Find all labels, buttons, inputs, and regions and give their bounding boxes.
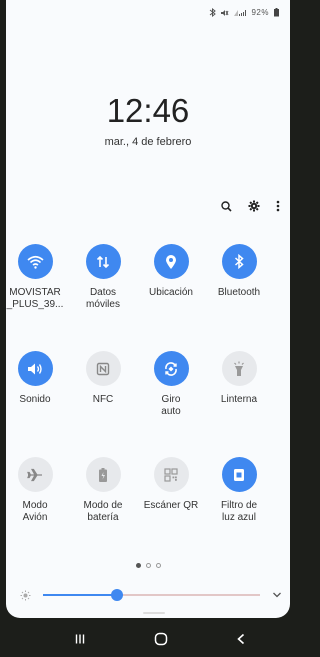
tile-blue-light-filter-label: Filtro de luz azul	[220, 500, 258, 523]
navigation-bar	[0, 620, 320, 657]
tile-battery-mode-toggle[interactable]	[85, 457, 121, 492]
tile-qr-scanner-toggle[interactable]	[153, 457, 189, 492]
search-icon[interactable]	[221, 200, 232, 212]
tile-mobile-data-label: Datos móviles	[86, 287, 120, 310]
data-arrows-icon	[96, 255, 110, 268]
page-dot-3[interactable]	[155, 563, 161, 568]
location-pin-icon	[166, 254, 176, 269]
tile-nfc[interactable]: NFC	[68, 351, 138, 406]
flashlight-icon	[234, 361, 244, 376]
tile-auto-rotate-label: Giro auto	[161, 394, 181, 417]
rotate-icon	[165, 361, 177, 376]
gear-icon[interactable]	[248, 200, 260, 212]
page-indicator	[6, 563, 290, 568]
tile-qr-scanner-label: Escáner QR	[143, 500, 199, 511]
tile-flashlight-toggle[interactable]	[221, 351, 257, 386]
tile-location[interactable]: Ubicación	[136, 244, 206, 299]
nfc-icon	[96, 362, 110, 375]
brightness-slider[interactable]	[43, 589, 260, 601]
tile-mobile-data-toggle[interactable]	[85, 244, 121, 279]
clock-time[interactable]: 12:46	[6, 92, 290, 130]
tile-battery-mode-label: Modo de batería	[83, 500, 123, 523]
tile-sound-label: Sonido	[19, 394, 51, 405]
tile-auto-rotate-toggle[interactable]	[153, 351, 189, 386]
panel-toolbar	[221, 200, 280, 212]
tile-sound[interactable]: Sonido	[6, 351, 70, 406]
tile-nfc-toggle[interactable]	[85, 351, 121, 386]
qr-icon	[164, 467, 178, 482]
tile-airplane-mode[interactable]: Modo Avión	[6, 457, 70, 524]
tile-flashlight-label: Linterna	[220, 394, 258, 405]
brightness-thumb[interactable]	[110, 589, 123, 601]
brightness-fill	[43, 594, 117, 596]
battery-icon	[274, 8, 279, 17]
recents-icon[interactable]	[74, 633, 86, 645]
tile-blue-light-filter-toggle[interactable]	[221, 457, 257, 492]
tile-blue-light-filter[interactable]: Filtro de luz azul	[204, 457, 274, 524]
tile-wifi-toggle[interactable]	[17, 244, 53, 279]
page-dot-1[interactable]	[135, 563, 141, 568]
more-options-icon[interactable]	[276, 200, 280, 212]
mute-icon	[221, 9, 229, 16]
bluetooth-icon	[234, 254, 244, 269]
tile-bluetooth-toggle[interactable]	[221, 244, 257, 279]
panel-drag-handle[interactable]	[143, 612, 165, 614]
brightness-control	[20, 587, 282, 603]
battery-icon	[99, 467, 107, 482]
tile-qr-scanner[interactable]: Escáner QR	[136, 457, 206, 512]
tile-airplane-mode-label: Modo Avión	[22, 500, 48, 523]
wifi-signal-icon	[234, 9, 247, 16]
page-dot-2[interactable]	[145, 563, 151, 568]
quick-settings-panel: 92% 12:46 mar., 4 de febrero MOVISTAR _P…	[6, 0, 290, 618]
tile-airplane-mode-toggle[interactable]	[17, 457, 53, 492]
tile-location-toggle[interactable]	[153, 244, 189, 279]
tile-bluetooth[interactable]: Bluetooth	[204, 244, 274, 299]
tile-nfc-label: NFC	[92, 394, 114, 405]
status-bar: 92%	[209, 8, 280, 17]
blue-light-icon	[234, 468, 244, 481]
tile-location-label: Ubicación	[149, 287, 193, 298]
home-icon[interactable]	[154, 632, 168, 646]
chevron-down-icon[interactable]	[272, 591, 282, 599]
speaker-icon	[28, 363, 42, 374]
sun-icon	[20, 590, 31, 600]
tile-wifi-label: MOVISTAR _PLUS_39...	[6, 287, 64, 310]
wifi-icon	[26, 255, 44, 269]
clock-date[interactable]: mar., 4 de febrero	[6, 136, 290, 148]
battery-percent: 92%	[251, 8, 269, 17]
tile-sound-toggle[interactable]	[17, 351, 53, 386]
tile-mobile-data[interactable]: Datos móviles	[68, 244, 138, 311]
airplane-icon	[27, 468, 42, 481]
tile-battery-mode[interactable]: Modo de batería	[68, 457, 138, 524]
tile-wifi[interactable]: MOVISTAR _PLUS_39...	[6, 244, 70, 311]
back-icon[interactable]	[236, 633, 246, 645]
tile-flashlight[interactable]: Linterna	[204, 351, 274, 406]
bluetooth-icon	[210, 8, 217, 17]
tile-bluetooth-label: Bluetooth	[217, 287, 261, 298]
tile-auto-rotate[interactable]: Giro auto	[136, 351, 206, 418]
